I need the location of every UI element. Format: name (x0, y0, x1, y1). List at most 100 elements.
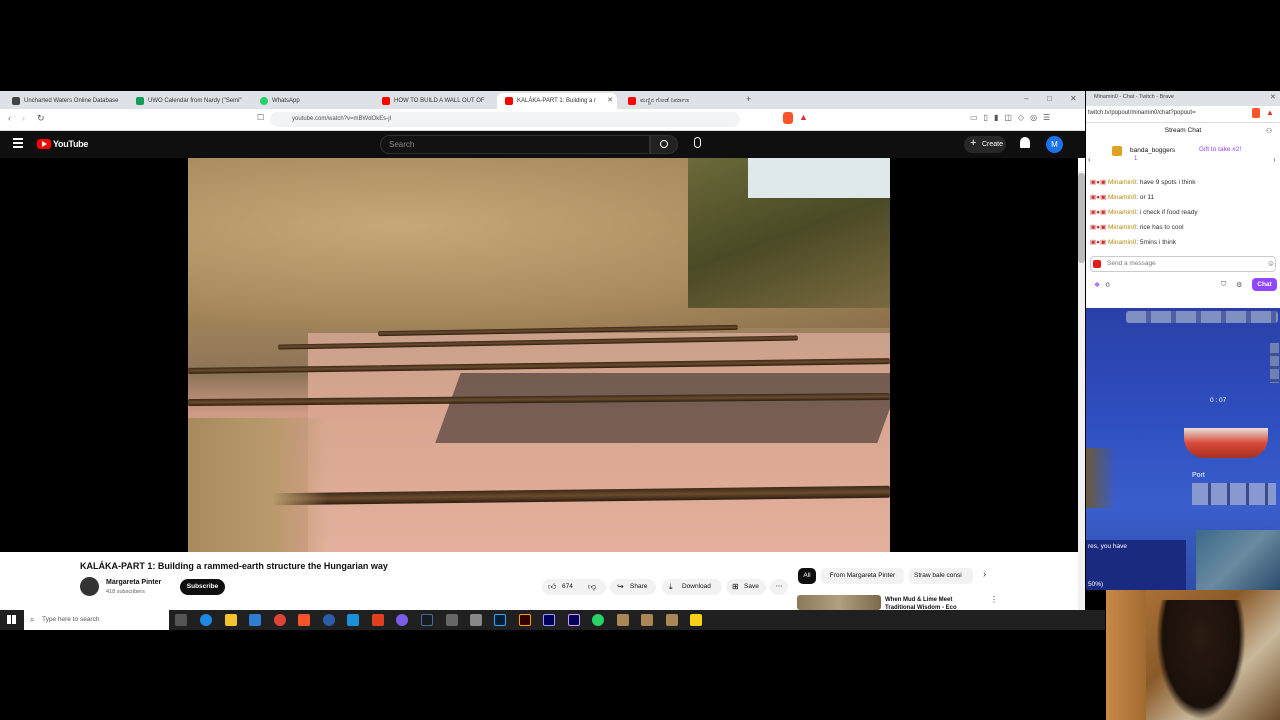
reload-icon[interactable]: ↻ (37, 113, 45, 124)
steam-icon[interactable] (421, 614, 433, 626)
taskbar-search-input[interactable]: ⌕ Type here to search (24, 610, 169, 630)
tab-kannada-video[interactable]: ಮಣ್ಣಿನ ಗೋಡೆ ನಿರ್ಮಾಣ (620, 93, 740, 109)
menu-icon[interactable] (13, 138, 23, 148)
brave-icon[interactable] (298, 614, 310, 626)
photoshop-icon[interactable] (494, 614, 506, 626)
game-port-label: Port (1192, 472, 1205, 479)
brave-shields-icon[interactable] (783, 112, 793, 124)
illustrator-icon[interactable] (519, 614, 531, 626)
file-explorer-icon[interactable] (225, 614, 237, 626)
avatar[interactable]: M (1046, 136, 1063, 153)
edge-icon[interactable] (200, 614, 212, 626)
tab-uwo-calendar[interactable]: UWO Calendar from Nardy ("Semi" (128, 93, 246, 109)
points-icon[interactable]: ❖ (1094, 281, 1100, 289)
chevron-right-icon[interactable]: › (1273, 155, 1276, 164)
maximize-icon[interactable]: □ (1047, 94, 1052, 103)
whatsapp-icon[interactable] (592, 614, 604, 626)
app-icon[interactable] (372, 614, 384, 626)
windows-start-icon[interactable] (7, 615, 16, 624)
chevron-left-icon[interactable]: ‹ (1088, 155, 1091, 164)
send-message-input[interactable]: Send a message ☺ (1090, 256, 1276, 272)
tab-favicon-icon (12, 97, 20, 105)
brave-rewards-icon[interactable]: ▲ (1266, 108, 1274, 117)
task-view-icon[interactable] (175, 614, 187, 626)
webcam-overlay (1106, 590, 1280, 720)
thumbs-down-icon[interactable]: 👎︎ (588, 579, 596, 595)
app-icon[interactable] (323, 614, 335, 626)
subscribe-button[interactable]: Subscribe (180, 579, 225, 595)
tab-build-wall[interactable]: HOW TO BUILD A WALL OUT OF (374, 93, 492, 109)
chip-straw-bale[interactable]: Straw bale consi (909, 568, 973, 584)
whatsapp-icon (260, 97, 268, 105)
chat-username[interactable]: Minamin0 (1108, 194, 1136, 201)
channel-avatar[interactable] (80, 577, 99, 596)
app-icon[interactable] (470, 614, 482, 626)
tab-kalaka[interactable]: KALÁKA-PART 1: Building a r ✕ (497, 93, 617, 109)
create-label: Create (982, 141, 1004, 148)
chip-all[interactable]: All (798, 568, 816, 584)
chevron-right-icon[interactable]: › (983, 569, 986, 580)
forward-icon[interactable]: › (22, 113, 25, 123)
app-icon[interactable] (396, 614, 408, 626)
download-button[interactable]: ⤓ Download (662, 579, 722, 595)
close-window-icon[interactable]: ✕ (1070, 94, 1077, 103)
channel-name[interactable]: Margareta Pinter (106, 579, 161, 586)
sticky-notes-icon[interactable] (690, 614, 702, 626)
popout-url[interactable]: twitch.tv/popout/minamin0/chat?popout= (1088, 110, 1196, 116)
chat-users-icon[interactable]: ⚇ (1266, 127, 1272, 135)
chat-send-button[interactable]: Chat (1252, 278, 1277, 291)
recommended-thumbnail[interactable] (797, 595, 881, 610)
new-tab-icon[interactable]: + (746, 94, 751, 104)
chat-username[interactable]: Minamin0 (1108, 209, 1136, 216)
share-button[interactable]: ↪ Share (610, 579, 656, 595)
search-button[interactable] (650, 135, 678, 154)
close-tab-icon[interactable]: ✕ (607, 93, 613, 109)
chat-username[interactable]: Minamin0 (1108, 179, 1136, 186)
popout-title: Minamin0 - Chat - Twitch - Brave (1094, 94, 1174, 100)
gift-icon (1112, 146, 1122, 156)
chat-username[interactable]: Minamin0 (1108, 239, 1136, 246)
moderation-icon[interactable]: ⛉ (1221, 281, 1226, 289)
scrollbar[interactable] (1078, 171, 1085, 610)
video-player[interactable] (0, 158, 1078, 552)
app-icon[interactable] (446, 614, 458, 626)
notifications-bell-icon[interactable] (1020, 137, 1030, 148)
save-button[interactable]: ⊞ Save (726, 579, 766, 595)
store-icon[interactable] (249, 614, 261, 626)
url-field[interactable]: youtube.com/watch?v=mBWdOkEs-jI (270, 112, 740, 127)
brave-shields-icon[interactable] (1252, 108, 1260, 118)
recommended-title[interactable]: When Mud & Lime Meet Traditional Wisdom … (885, 596, 980, 610)
popout-close-icon[interactable]: ✕ (1270, 93, 1276, 101)
app-icon[interactable] (347, 614, 359, 626)
microphone-icon[interactable] (694, 137, 701, 148)
brave-rewards-icon[interactable]: ▲ (799, 112, 808, 122)
tab-whatsapp[interactable]: WhatsApp (252, 93, 370, 109)
more-actions-button[interactable]: ⋯ (770, 579, 788, 595)
chrome-icon[interactable] (274, 614, 286, 626)
like-button[interactable]: 👍︎ 674 👎︎ (542, 579, 606, 595)
youtube-logo-icon[interactable] (37, 139, 51, 149)
minimize-icon[interactable]: – (1024, 94, 1028, 103)
settings-gear-icon[interactable]: ⚙ (1236, 281, 1242, 289)
thumbs-up-icon: 👍︎ (548, 582, 557, 591)
chip-from-channel[interactable]: From Margareta Pinter (821, 568, 904, 584)
chat-text: have 9 spots i think (1139, 179, 1196, 186)
bookmark-icon[interactable]: ☐ (257, 113, 264, 122)
create-button[interactable]: + Create (964, 136, 1006, 153)
back-icon[interactable]: ‹ (8, 113, 11, 123)
emote-icon[interactable]: ☺ (1267, 259, 1275, 268)
tab-uwo-database[interactable]: Uncharted Waters Online Database (4, 93, 122, 109)
extensions-icon[interactable]: ▭▯▮◫◇◎☰ (970, 113, 1056, 122)
video-frame[interactable] (188, 158, 890, 552)
premiere-icon[interactable] (543, 614, 555, 626)
youtube-logo-text[interactable]: YouTube (53, 139, 88, 149)
game-icon[interactable] (617, 614, 629, 626)
subscriber-count: 418 subscribers (106, 589, 145, 595)
search-input[interactable]: Search (380, 135, 650, 154)
after-effects-icon[interactable] (568, 614, 580, 626)
tab-label: Uncharted Waters Online Database (24, 98, 119, 104)
game-icon[interactable] (666, 614, 678, 626)
chat-username[interactable]: Minamin0 (1108, 224, 1136, 231)
game-icon[interactable] (641, 614, 653, 626)
recommended-menu-icon[interactable]: ⋮ (990, 595, 998, 604)
